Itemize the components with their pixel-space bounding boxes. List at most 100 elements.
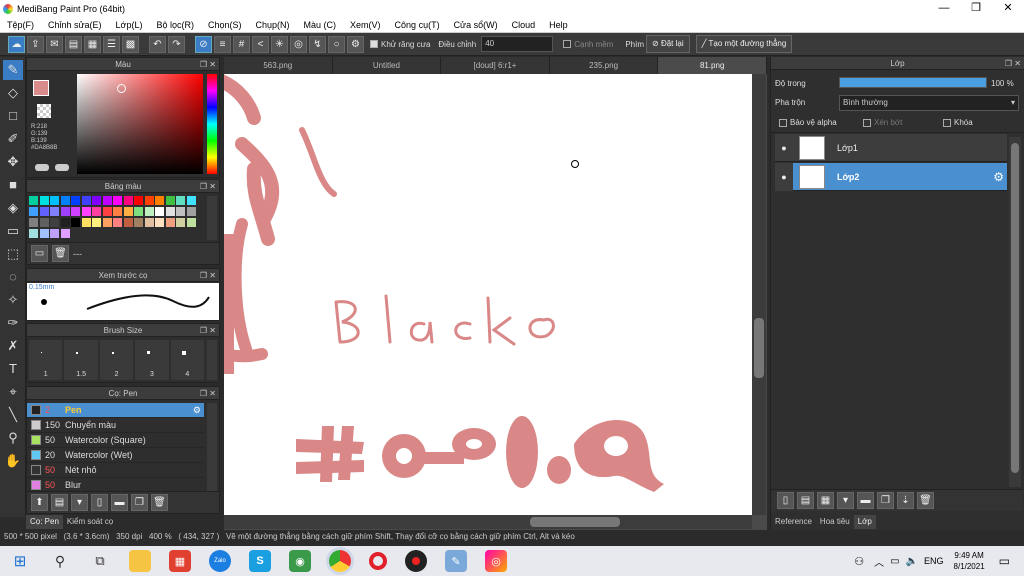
layer-menu-icon[interactable]: ▾ [837, 492, 854, 509]
palette-swatch[interactable] [50, 196, 59, 205]
palette-swatch[interactable] [123, 218, 133, 227]
eye-icon[interactable]: ● [775, 162, 793, 191]
brush-size-option[interactable]: 4 [170, 340, 205, 380]
palette-swatch[interactable] [29, 229, 38, 238]
palette-swatch[interactable] [92, 196, 101, 205]
smooth-checkbox[interactable] [563, 40, 572, 49]
palette-swatch[interactable] [134, 218, 143, 227]
eye-icon[interactable]: ● [775, 143, 793, 153]
brush-menu-icon[interactable]: ▾ [71, 494, 88, 511]
smooth-option[interactable]: Cạnh mềm [563, 40, 613, 49]
blend-mode-select[interactable]: Bình thường ▾ [839, 95, 1019, 111]
adjust-field[interactable]: 40 [481, 36, 554, 52]
palette-swatch[interactable] [186, 196, 196, 205]
palette-swatch[interactable] [165, 196, 175, 205]
minimize-button[interactable]: — [928, 0, 960, 17]
magic-wand-tool-icon[interactable]: ✧ [3, 290, 23, 310]
snap-grid-icon[interactable]: # [233, 35, 250, 53]
palette-swatch[interactable] [50, 207, 59, 216]
grid-icon[interactable]: ▩ [122, 35, 139, 53]
file-explorer-icon[interactable] [129, 550, 151, 572]
palette-swatch[interactable] [155, 196, 164, 205]
select-pen-tool-icon[interactable]: ✑ [3, 313, 23, 333]
search-icon[interactable]: ⚲ [49, 550, 71, 572]
brush-item-watercolor-square[interactable]: 50 Watercolor (Square) [27, 433, 204, 448]
divide-tool-icon[interactable]: ╲ [3, 405, 23, 425]
notification-icon[interactable]: ▭ [999, 554, 1010, 568]
antialias-checkbox[interactable] [370, 40, 378, 49]
gear-icon[interactable]: ⚙ [993, 170, 1004, 184]
palette-swatch[interactable] [144, 196, 154, 205]
palette-swatch[interactable] [176, 196, 185, 205]
pen-tool-icon[interactable]: ✐ [3, 129, 23, 149]
menu-cloud[interactable]: Cloud [505, 20, 543, 30]
volume-icon[interactable]: 🔈 [906, 556, 918, 567]
palette-swatch[interactable] [186, 207, 196, 216]
horizontal-scroll-thumb[interactable] [530, 517, 620, 527]
office-icon[interactable]: ▦ [169, 550, 191, 572]
task-view-icon[interactable]: ⧉ [89, 550, 111, 572]
snap-concentric-icon[interactable]: ◎ [290, 35, 307, 53]
maps-app-icon[interactable]: ◉ [289, 550, 311, 572]
tab-reference[interactable]: Reference [771, 515, 816, 529]
palette-swatch[interactable] [165, 207, 175, 216]
palette-swatch[interactable] [123, 207, 133, 216]
upload-icon[interactable]: ⇪ [27, 35, 44, 53]
lock-option[interactable]: Khóa [943, 118, 973, 127]
layer-folder-icon[interactable]: ▬ [857, 492, 874, 509]
secondary-color-swatch[interactable] [37, 104, 51, 118]
canvas-horizontal-scrollbar[interactable] [224, 515, 752, 529]
brush-size-scrollbar[interactable] [207, 340, 217, 380]
eyedropper-tool-icon[interactable]: ⚲ [3, 428, 23, 448]
tab-563[interactable]: 563.png [224, 57, 333, 74]
menu-window[interactable]: Cửa sổ(W) [447, 20, 505, 30]
menu-layer[interactable]: Lớp(L) [109, 20, 150, 30]
palette-swatch[interactable] [155, 218, 164, 227]
list-icon[interactable]: ☰ [103, 35, 120, 53]
primary-color-swatch[interactable] [33, 80, 49, 96]
brush-folder-icon[interactable]: ▬ [111, 494, 128, 511]
brush-size-option[interactable]: 1 [29, 340, 63, 380]
palette-swatch[interactable] [81, 207, 91, 216]
menu-view[interactable]: Xem(V) [343, 20, 388, 30]
palette-swatch[interactable] [39, 196, 49, 205]
palette-swatch[interactable] [134, 196, 143, 205]
tab-brush-control[interactable]: Kiểm soát cọ [63, 515, 117, 529]
palette-swatch[interactable] [39, 229, 49, 238]
duplicate-layer-icon[interactable]: ❐ [877, 492, 894, 509]
new-color-layer-icon[interactable]: ▤ [797, 492, 814, 509]
tab-layer[interactable]: Lớp [853, 515, 876, 529]
bucket-tool-icon[interactable]: ◈ [3, 198, 23, 218]
brush-size-option[interactable]: 3 [135, 340, 169, 380]
tab-brush[interactable]: Cọ: Pen [26, 515, 63, 529]
brush-item-blur[interactable]: 50 Blur [27, 478, 204, 491]
palette-grid[interactable] [29, 196, 201, 240]
select-tool-icon[interactable]: ⬚ [3, 244, 23, 264]
reset-button[interactable]: ⊘ Đặt lại [646, 35, 690, 53]
menu-edit[interactable]: Chỉnh sửa(E) [41, 20, 109, 30]
cloud-icon[interactable]: ☁ [8, 35, 25, 53]
snap-curve-icon[interactable]: ↯ [309, 35, 326, 53]
palette-swatch[interactable] [102, 196, 112, 205]
brush-item-watercolor-wet[interactable]: 20 Watercolor (Wet) [27, 448, 204, 463]
brush-item-pen[interactable]: 2 Pen ⚙ [27, 403, 204, 418]
palette-swatch[interactable] [50, 218, 59, 227]
maximize-button[interactable]: ❐ [960, 0, 992, 17]
palette-swatch[interactable] [60, 218, 70, 227]
color-mode-button[interactable] [35, 164, 49, 171]
palette-swatch[interactable] [155, 207, 164, 216]
palette-swatch[interactable] [144, 207, 154, 216]
color-picker-cursor[interactable] [117, 84, 126, 93]
palette-swatch[interactable] [81, 218, 91, 227]
palette-swatch[interactable] [29, 207, 38, 216]
palette-swatch[interactable] [71, 196, 80, 205]
palette-swatch[interactable] [92, 218, 101, 227]
drawing-canvas[interactable] [224, 74, 752, 515]
palette-swatch[interactable] [60, 207, 70, 216]
opacity-slider[interactable] [839, 77, 987, 88]
color-swap-button[interactable] [55, 164, 69, 171]
brush-item-fine-stroke[interactable]: 50 Nét nhỏ [27, 463, 204, 478]
undo-icon[interactable]: ↶ [149, 35, 166, 53]
new-palette-icon[interactable]: ▭ [31, 245, 48, 262]
brush-item-gradient[interactable]: 150 Chuyển màu [27, 418, 204, 433]
